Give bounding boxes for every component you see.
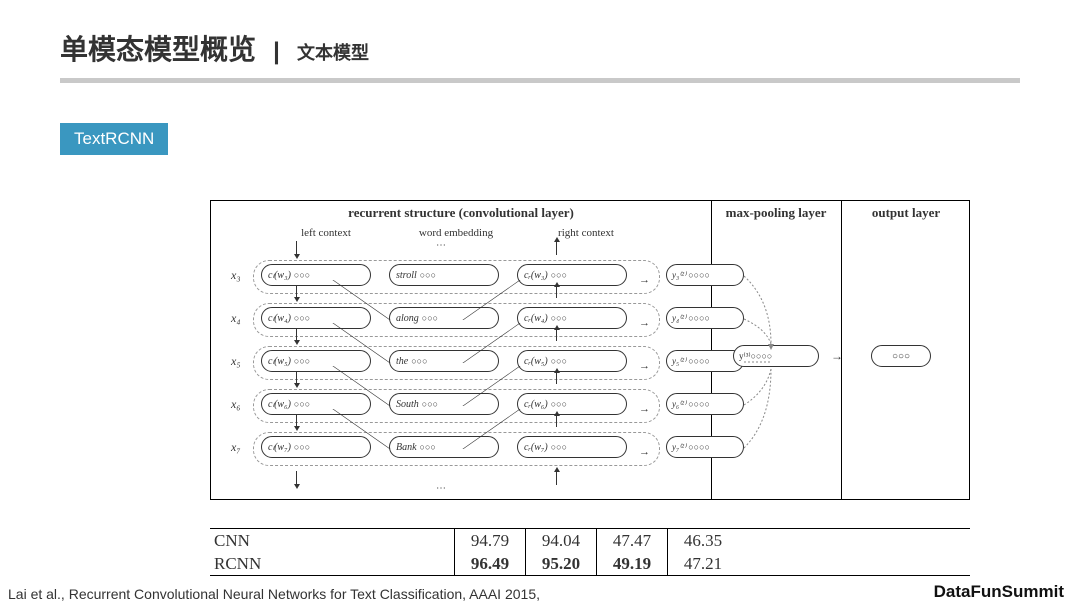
left-context-node: cₗ(w₇)○○○	[261, 436, 371, 458]
vector-dots-icon: ○○○	[294, 356, 310, 366]
vector-dots-icon: ○○○	[420, 442, 436, 452]
vector-dots-icon: ○○○	[294, 442, 310, 452]
pool-node: y⁽³⁾ ○○○○	[733, 345, 819, 367]
vector-dots-icon: ○○○○	[751, 351, 773, 361]
table-row: CNN 94.79 94.04 47.47 46.35	[210, 529, 970, 552]
value-cell: 49.19	[596, 552, 667, 575]
output-node: ○○○	[871, 345, 931, 367]
x-label: x₆	[231, 397, 241, 412]
vector-dots-icon: ○○○	[294, 313, 310, 323]
vector-dots-icon: ○○○○	[688, 442, 710, 452]
slide-title: 单模态模型概览 | 文本模型	[0, 0, 1080, 68]
vector-dots-icon: ○○○	[551, 399, 567, 409]
word-node: Bank○○○	[389, 436, 499, 458]
vector-dots-icon: ○○○	[551, 442, 567, 452]
table-row: RCNN 96.49 95.20 49.19 47.21	[210, 552, 970, 575]
vector-dots-icon: ○○○	[411, 356, 427, 366]
right-context-node: cᵣ(w₇)○○○	[517, 436, 627, 458]
vector-dots-icon: ○○○○	[688, 313, 710, 323]
y-node: y₃⁽²⁾○○○○	[666, 264, 744, 286]
table-rule-bottom	[210, 575, 970, 576]
arrow-icon	[556, 471, 557, 485]
left-context-node: cₗ(w₃)○○○	[261, 264, 371, 286]
left-context-node: cₗ(w₆)○○○	[261, 393, 371, 415]
results-table: CNN 94.79 94.04 47.47 46.35 RCNN 96.49 9…	[210, 528, 970, 576]
arrow-icon	[296, 415, 297, 427]
right-context-node: cᵣ(w₆)○○○	[517, 393, 627, 415]
vector-dots-icon: ○○○○	[688, 270, 710, 280]
arrow-icon	[296, 372, 297, 384]
arrow-icon	[556, 241, 557, 255]
vector-dots-icon: ○○○	[551, 356, 567, 366]
arrow-icon	[556, 372, 557, 384]
arrow-icon: →	[639, 403, 650, 415]
arrow-icon: →	[831, 349, 843, 364]
value-cell: 94.04	[525, 529, 596, 552]
model-cell: RCNN	[210, 554, 454, 574]
arrow-icon: →	[639, 360, 650, 372]
vector-dots-icon: ○○○	[422, 399, 438, 409]
left-context-node: cₗ(w₅)○○○	[261, 350, 371, 372]
ellipsis-bottom: ⋯	[436, 483, 446, 494]
col-header-recurrent: recurrent structure (convolutional layer…	[211, 205, 711, 221]
subhead-word: word embedding	[396, 227, 516, 239]
x-label: x₄	[231, 311, 241, 326]
word-node: South○○○	[389, 393, 499, 415]
right-context-node: cᵣ(w₅)○○○	[517, 350, 627, 372]
value-cell: 96.49	[454, 552, 525, 575]
value-cell: 47.47	[596, 529, 667, 552]
vector-dots-icon: ○○○○	[688, 356, 710, 366]
word-node: along○○○	[389, 307, 499, 329]
vector-dots-icon: ○○○	[551, 270, 567, 280]
ellipsis-top: ⋯	[436, 240, 446, 251]
col-header-pool: max-pooling layer	[711, 205, 841, 221]
arrow-icon	[296, 241, 297, 255]
vector-dots-icon: ○○○	[892, 351, 910, 362]
y-node: y₄⁽²⁾○○○○	[666, 307, 744, 329]
word-node: stroll○○○	[389, 264, 499, 286]
slide: 单模态模型概览 | 文本模型 TextRCNN recurrent struct…	[0, 0, 1080, 608]
vector-dots-icon: ○○○	[422, 313, 438, 323]
vector-dots-icon: ○○○	[294, 270, 310, 280]
vector-dots-icon: ○○○	[551, 313, 567, 323]
arrow-icon	[296, 286, 297, 298]
right-context-node: cᵣ(w₄)○○○	[517, 307, 627, 329]
col-header-output: output layer	[841, 205, 971, 221]
y-node: y₇⁽²⁾○○○○	[666, 436, 744, 458]
title-separator: |	[266, 38, 286, 65]
subhead-left: left context	[266, 227, 386, 239]
left-context-node: cₗ(w₄)○○○	[261, 307, 371, 329]
subhead-right: right context	[526, 227, 646, 239]
model-cell: CNN	[210, 531, 454, 551]
title-sub: 文本模型	[297, 43, 369, 63]
pool-label: y⁽³⁾	[739, 351, 751, 362]
arrow-icon: →	[639, 317, 650, 329]
arrow-icon	[556, 415, 557, 427]
x-label: x₇	[231, 440, 241, 455]
arrow-icon: →	[639, 446, 650, 458]
x-label: x₃	[231, 268, 241, 283]
value-cell: 95.20	[525, 552, 596, 575]
vector-dots-icon: ○○○	[420, 270, 436, 280]
word-node: the○○○	[389, 350, 499, 372]
citation: Lai et al., Recurrent Convolutional Neur…	[8, 586, 540, 602]
value-cell: 94.79	[454, 529, 525, 552]
arrow-icon	[296, 329, 297, 341]
model-badge: TextRCNN	[60, 123, 168, 155]
arrow-icon: →	[639, 274, 650, 286]
title-rule	[60, 78, 1020, 83]
vector-dots-icon: ○○○○	[688, 399, 710, 409]
event-logo: DataFunSummit	[934, 582, 1064, 602]
x-label: x₅	[231, 354, 241, 369]
value-cell: 46.35	[667, 529, 738, 552]
arrow-icon	[556, 329, 557, 341]
y-node: y₆⁽²⁾○○○○	[666, 393, 744, 415]
right-context-node: cᵣ(w₃)○○○	[517, 264, 627, 286]
title-main: 单模态模型概览	[60, 34, 256, 65]
arrow-icon	[296, 471, 297, 485]
architecture-figure: recurrent structure (convolutional layer…	[210, 200, 970, 500]
value-cell: 47.21	[667, 552, 738, 575]
arrow-icon	[556, 286, 557, 298]
vector-dots-icon: ○○○	[294, 399, 310, 409]
